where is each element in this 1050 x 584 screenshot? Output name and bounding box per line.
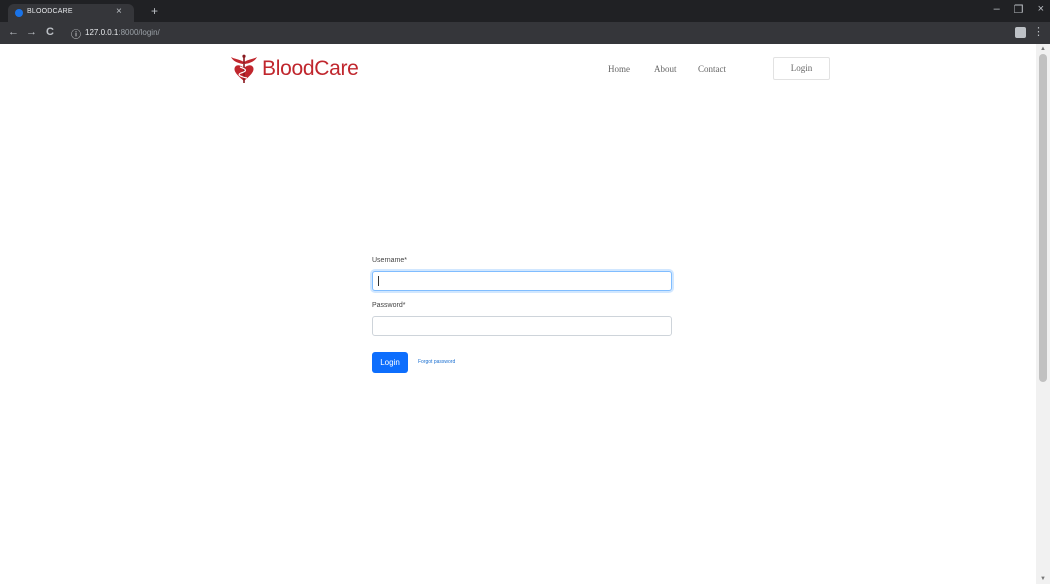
url-host: 127.0.0.1 [85,28,119,37]
username-input[interactable] [372,271,672,291]
address-bar[interactable]: 127.0.0.1:8000/login/ [85,28,160,37]
password-label: Password* [372,302,406,309]
browser-tabstrip: BLOODCARE × + – ❐ × [0,0,1050,22]
nav-home-link[interactable]: Home [608,64,630,74]
maximize-icon[interactable]: ❐ [1014,3,1024,16]
scroll-thumb[interactable] [1039,54,1047,382]
favicon-icon [15,9,23,17]
forgot-password-link[interactable]: Forgot password [418,359,455,365]
login-submit-button[interactable]: Login [372,352,408,373]
nav-contact-link[interactable]: Contact [698,64,726,74]
password-input[interactable] [372,316,672,336]
nav-login-button[interactable]: Login [773,57,830,80]
minimize-icon[interactable]: – [994,3,1000,16]
tab-title: BLOODCARE [27,8,73,15]
brand-name: BloodCare [262,57,359,80]
brand-logo[interactable]: BloodCare [228,52,359,86]
tab-close-icon[interactable]: × [116,6,122,17]
text-caret [378,276,379,286]
browser-toolbar: ← → C ⓘ 127.0.0.1:8000/login/ ⋮ [0,22,1050,44]
nav-about-link[interactable]: About [654,64,677,74]
profile-icon[interactable] [1015,27,1026,38]
reload-icon[interactable]: C [46,26,54,38]
window-controls: – ❐ × [994,3,1044,16]
new-tab-icon[interactable]: + [151,4,158,18]
username-label: Username* [372,257,408,264]
browser-tab[interactable]: BLOODCARE × [8,4,134,22]
back-icon[interactable]: ← [8,26,19,38]
caduceus-heart-icon [231,54,257,83]
scroll-down-icon[interactable]: ▼ [1040,576,1046,582]
scroll-up-icon[interactable]: ▲ [1040,46,1046,52]
browser-menu-icon[interactable]: ⋮ [1033,25,1044,38]
page-content: BloodCare Home About Contact Login Usern… [0,44,1036,584]
forward-icon[interactable]: → [26,26,37,38]
window-close-icon[interactable]: × [1038,3,1044,16]
site-info-icon[interactable]: ⓘ [71,26,81,41]
url-path: :8000/login/ [118,28,160,37]
page-scrollbar[interactable]: ▲ ▼ [1036,44,1050,584]
